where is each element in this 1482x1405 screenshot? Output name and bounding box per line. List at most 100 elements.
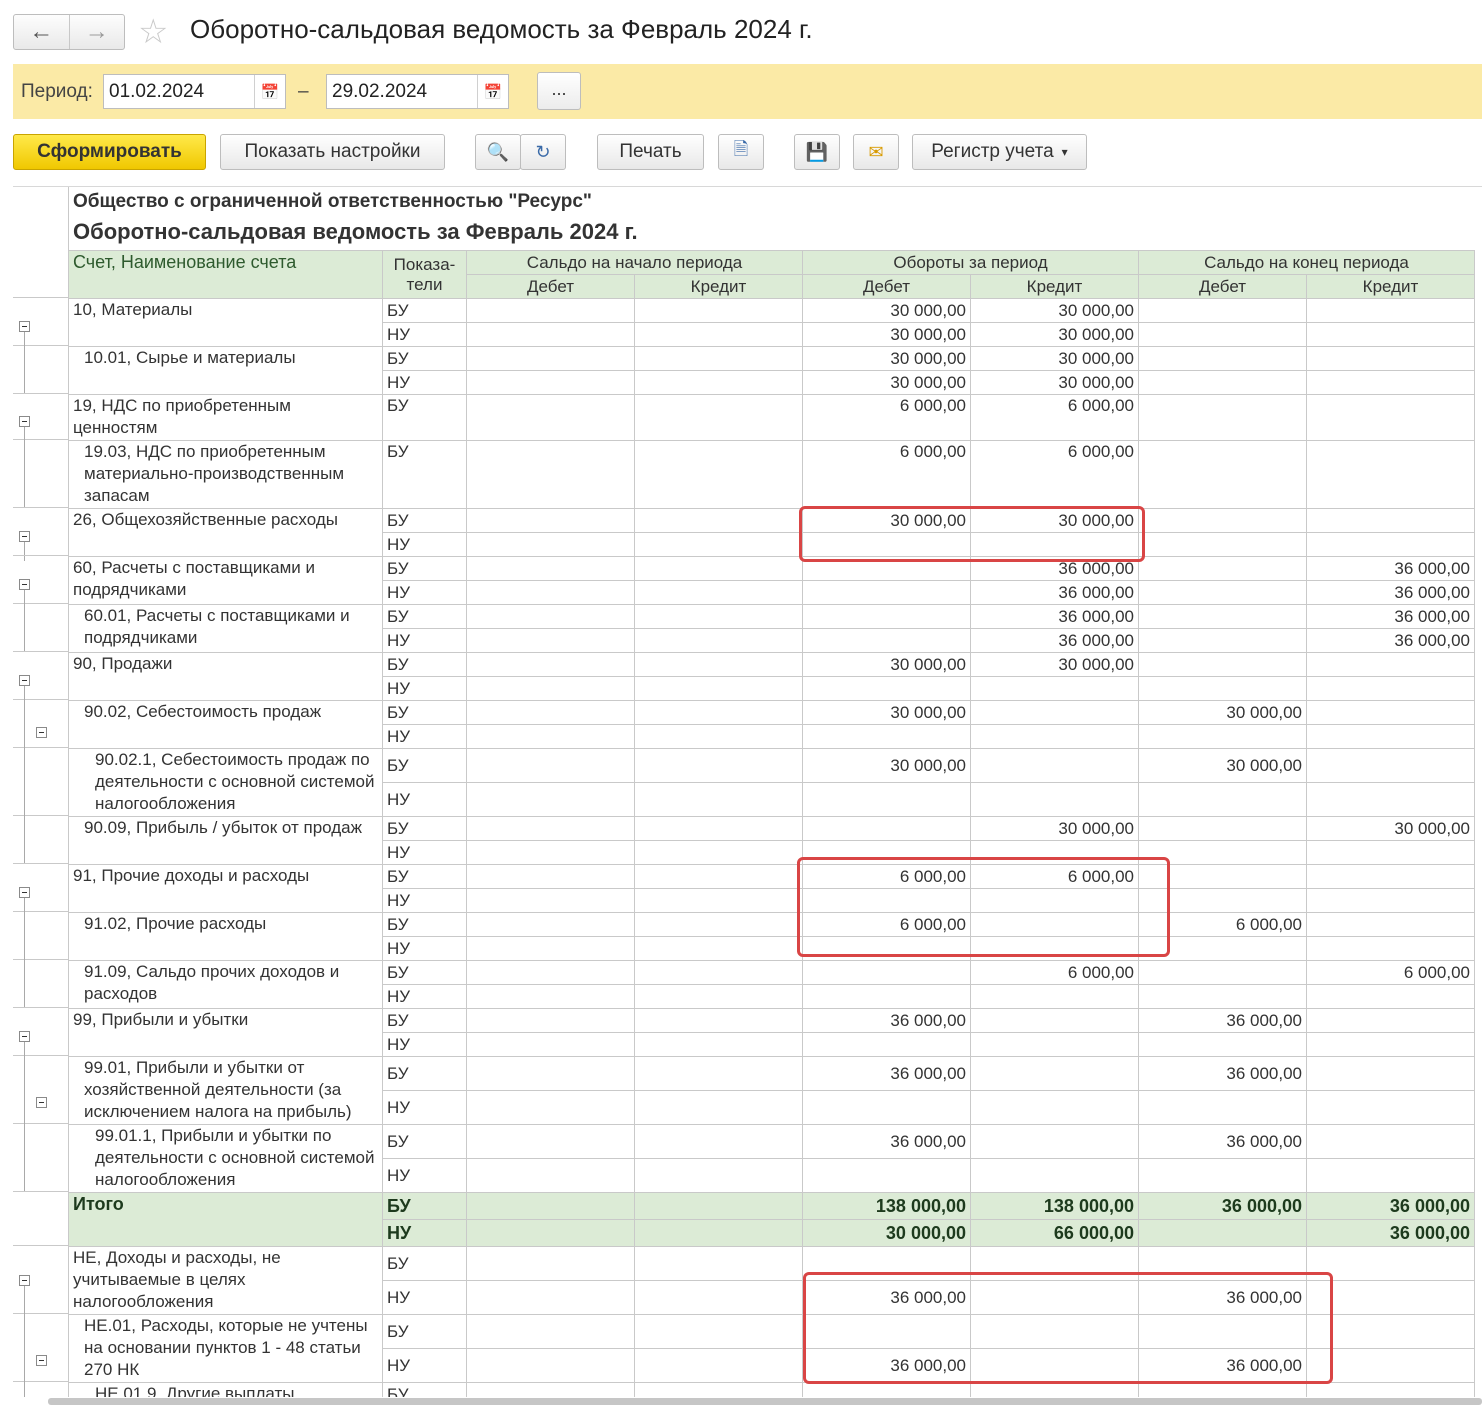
- indicator-cell[interactable]: НУ: [382, 628, 467, 653]
- amount-cell[interactable]: [466, 1219, 635, 1247]
- amount-cell[interactable]: [1138, 394, 1307, 441]
- amount-cell[interactable]: [466, 346, 635, 371]
- amount-cell[interactable]: [634, 1032, 803, 1057]
- amount-cell[interactable]: [970, 1382, 1139, 1397]
- amount-cell[interactable]: 30 000,00: [802, 700, 971, 725]
- amount-cell[interactable]: [466, 1192, 635, 1220]
- amount-cell[interactable]: [634, 1280, 803, 1315]
- table-row[interactable]: 19, НДС по приобретенным ценностям БУ 6 00…: [68, 394, 1475, 441]
- account-name[interactable]: 90.02.1, Себестоимость продаж по деятель…: [68, 748, 383, 817]
- amount-cell[interactable]: [1306, 936, 1475, 961]
- amount-cell[interactable]: [634, 700, 803, 725]
- amount-cell[interactable]: [970, 724, 1139, 749]
- amount-cell[interactable]: [634, 1158, 803, 1193]
- collapse-toggle-icon[interactable]: [19, 416, 30, 427]
- amount-cell[interactable]: [466, 322, 635, 347]
- amount-cell[interactable]: [1138, 532, 1307, 557]
- amount-cell[interactable]: 30 000,00: [1138, 748, 1307, 783]
- amount-cell[interactable]: 30 000,00: [970, 322, 1139, 347]
- amount-cell[interactable]: 30 000,00: [970, 298, 1139, 323]
- amount-cell[interactable]: [1138, 1219, 1307, 1247]
- amount-cell[interactable]: [466, 1008, 635, 1033]
- amount-cell[interactable]: [1138, 346, 1307, 371]
- indicator-cell[interactable]: БУ: [382, 1382, 467, 1397]
- amount-cell[interactable]: [802, 984, 971, 1009]
- amount-cell[interactable]: [466, 508, 635, 533]
- period-from-field[interactable]: 01.02.2024 📅: [103, 74, 286, 109]
- indicator-cell[interactable]: НУ: [382, 1348, 467, 1383]
- account-name[interactable]: 90.02, Себестоимость продаж: [68, 700, 383, 749]
- table-row[interactable]: 99, Прибыли и убытки БУ 36 000,00 36 000,00: [68, 1008, 1475, 1057]
- indicator-cell[interactable]: БУ: [382, 1124, 467, 1159]
- amount-cell[interactable]: [634, 1192, 803, 1220]
- amount-cell[interactable]: [634, 508, 803, 533]
- account-name[interactable]: 19, НДС по приобретенным ценностям: [68, 394, 383, 441]
- amount-cell[interactable]: 36 000,00: [1138, 1008, 1307, 1033]
- amount-cell[interactable]: [1306, 370, 1475, 395]
- amount-cell[interactable]: [634, 1124, 803, 1159]
- indicator-cell[interactable]: БУ: [382, 346, 467, 371]
- amount-cell[interactable]: [802, 1158, 971, 1193]
- period-select-button[interactable]: ...: [537, 72, 581, 110]
- account-name[interactable]: НЕ.01.9, Другие выплаты: [68, 1382, 383, 1397]
- indicator-cell[interactable]: НУ: [382, 676, 467, 701]
- amount-cell[interactable]: [634, 816, 803, 841]
- amount-cell[interactable]: [802, 816, 971, 841]
- indicator-cell[interactable]: БУ: [382, 556, 467, 581]
- amount-cell[interactable]: [466, 700, 635, 725]
- amount-cell[interactable]: [970, 984, 1139, 1009]
- amount-cell[interactable]: [466, 604, 635, 629]
- amount-cell[interactable]: [1306, 676, 1475, 701]
- indicator-cell[interactable]: НУ: [382, 1032, 467, 1057]
- amount-cell[interactable]: [1306, 700, 1475, 725]
- amount-cell[interactable]: [1138, 816, 1307, 841]
- amount-cell[interactable]: 30 000,00: [802, 346, 971, 371]
- collapse-toggle-icon[interactable]: [19, 1275, 30, 1286]
- amount-cell[interactable]: 36 000,00: [1306, 556, 1475, 581]
- account-name[interactable]: НЕ, Доходы и расходы, не учитываемые в ц…: [68, 1246, 383, 1315]
- collapse-toggle-icon[interactable]: [36, 1097, 47, 1108]
- indicator-cell[interactable]: БУ: [382, 748, 467, 783]
- amount-cell[interactable]: [634, 1219, 803, 1247]
- amount-cell[interactable]: 30 000,00: [970, 816, 1139, 841]
- indicator-cell[interactable]: БУ: [382, 864, 467, 889]
- amount-cell[interactable]: [466, 652, 635, 677]
- table-row[interactable]: 91.09, Сальдо прочих доходов и расходов Б…: [68, 960, 1475, 1009]
- amount-cell[interactable]: [466, 580, 635, 605]
- indicator-cell[interactable]: НУ: [382, 322, 467, 347]
- amount-cell[interactable]: [1306, 440, 1475, 509]
- account-name[interactable]: 99.01, Прибыли и убытки от хозяйственной…: [68, 1056, 383, 1125]
- amount-cell[interactable]: [634, 960, 803, 985]
- amount-cell[interactable]: [634, 1008, 803, 1033]
- account-name[interactable]: 10, Материалы: [68, 298, 383, 347]
- amount-cell[interactable]: [1306, 748, 1475, 783]
- table-row[interactable]: 60.01, Расчеты с поставщиками и подрядчи…: [68, 604, 1475, 653]
- amount-cell[interactable]: [466, 936, 635, 961]
- period-to-field[interactable]: 29.02.2024 📅: [326, 74, 509, 109]
- amount-cell[interactable]: [466, 724, 635, 749]
- amount-cell[interactable]: [634, 298, 803, 323]
- amount-cell[interactable]: 36 000,00: [1138, 1124, 1307, 1159]
- amount-cell[interactable]: [466, 864, 635, 889]
- account-name[interactable]: 60, Расчеты с поставщиками и подрядчикам…: [68, 556, 383, 605]
- amount-cell[interactable]: [1138, 1032, 1307, 1057]
- indicator-cell[interactable]: БУ: [382, 394, 467, 441]
- table-row[interactable]: 90.02, Себестоимость продаж БУ 30 000,00 30…: [68, 700, 1475, 749]
- amount-cell[interactable]: [802, 1382, 971, 1397]
- amount-cell[interactable]: 30 000,00: [802, 1219, 971, 1247]
- amount-cell[interactable]: [802, 628, 971, 653]
- indicator-cell[interactable]: БУ: [382, 1008, 467, 1033]
- amount-cell[interactable]: [1306, 840, 1475, 865]
- amount-cell[interactable]: [466, 298, 635, 323]
- amount-cell[interactable]: 36 000,00: [970, 580, 1139, 605]
- indicator-cell[interactable]: НУ: [382, 936, 467, 961]
- indicator-cell[interactable]: НУ: [382, 370, 467, 395]
- collapse-toggle-icon[interactable]: [19, 887, 30, 898]
- indicator-cell[interactable]: БУ: [382, 604, 467, 629]
- amount-cell[interactable]: [466, 1280, 635, 1315]
- indicator-cell[interactable]: БУ: [382, 1192, 467, 1220]
- amount-cell[interactable]: [1306, 394, 1475, 441]
- indicator-cell[interactable]: БУ: [382, 508, 467, 533]
- amount-cell[interactable]: [1306, 1008, 1475, 1033]
- amount-cell[interactable]: 36 000,00: [1306, 1192, 1475, 1220]
